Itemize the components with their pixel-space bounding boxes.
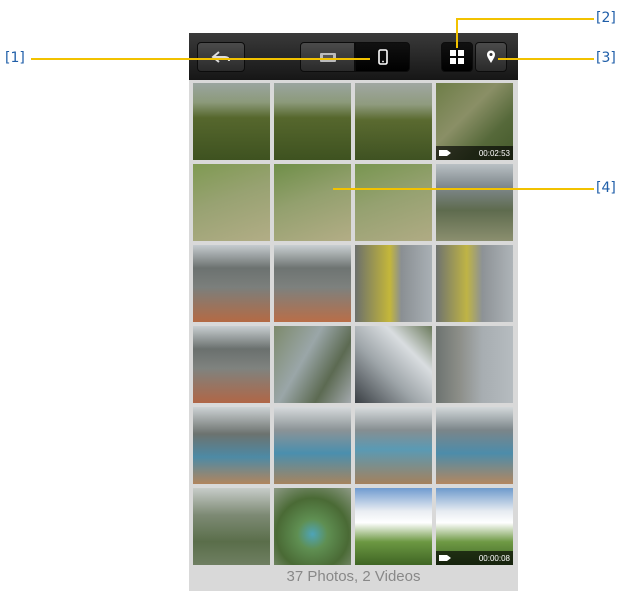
view-source-toggle xyxy=(300,42,410,72)
photo-thumbnail[interactable] xyxy=(274,326,351,403)
top-toolbar xyxy=(189,33,518,80)
video-camera-icon xyxy=(439,150,451,156)
photo-thumbnail[interactable] xyxy=(436,164,513,241)
photo-thumbnail[interactable] xyxy=(193,488,270,565)
photo-thumbnail[interactable] xyxy=(193,326,270,403)
photo-thumbnail[interactable] xyxy=(355,326,432,403)
map-pin-icon xyxy=(487,50,495,63)
map-view-button[interactable] xyxy=(475,42,507,72)
callout-2-line-vertical xyxy=(456,18,458,48)
callout-1-line xyxy=(31,58,370,60)
album-screen: 00:02:53 00:00:08 37 Photos, 2 Videos xyxy=(189,33,518,591)
photo-thumbnail[interactable] xyxy=(355,164,432,241)
photo-thumbnail[interactable] xyxy=(355,488,432,565)
photo-thumbnail[interactable] xyxy=(274,83,351,160)
phone-view-icon xyxy=(377,49,388,65)
media-count-summary: 37 Photos, 2 Videos xyxy=(286,567,421,585)
photo-thumbnail[interactable] xyxy=(436,245,513,322)
callout-2-line xyxy=(456,18,594,20)
back-arrow-icon xyxy=(211,51,230,63)
photo-thumbnail[interactable] xyxy=(274,488,351,565)
photo-thumbnail[interactable] xyxy=(355,245,432,322)
photo-thumbnail[interactable] xyxy=(193,245,270,322)
camera-view-icon xyxy=(319,53,336,62)
callout-3: [3] xyxy=(596,50,616,66)
video-thumbnail[interactable]: 00:02:53 xyxy=(436,83,513,160)
photo-thumbnail[interactable] xyxy=(436,326,513,403)
callout-2: [2] xyxy=(596,10,616,26)
photo-thumbnail[interactable] xyxy=(436,407,513,484)
video-thumbnail[interactable]: 00:00:08 xyxy=(436,488,513,565)
back-button[interactable] xyxy=(197,42,245,72)
photo-thumbnail[interactable] xyxy=(193,83,270,160)
photo-thumbnail[interactable] xyxy=(193,407,270,484)
photo-thumbnail[interactable] xyxy=(193,164,270,241)
phone-view-tab[interactable] xyxy=(355,42,410,72)
photo-thumbnail[interactable] xyxy=(274,164,351,241)
video-duration-bar: 00:02:53 xyxy=(436,146,513,160)
grid-icon xyxy=(450,50,464,64)
photo-thumbnail[interactable] xyxy=(274,407,351,484)
video-duration: 00:02:53 xyxy=(478,148,510,158)
callout-3-line xyxy=(498,58,594,60)
photo-thumbnail[interactable] xyxy=(355,83,432,160)
photo-thumbnail[interactable] xyxy=(355,407,432,484)
callout-4-line xyxy=(333,188,594,190)
callout-4: [4] xyxy=(596,180,616,196)
camera-view-tab[interactable] xyxy=(300,42,355,72)
photo-thumbnail[interactable] xyxy=(274,245,351,322)
callout-1: [1] xyxy=(5,50,25,66)
